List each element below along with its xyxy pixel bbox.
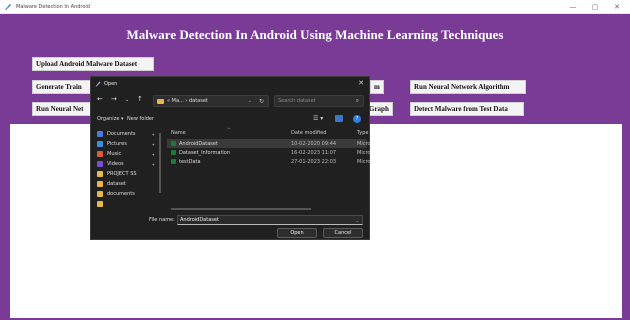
library-icon xyxy=(97,141,103,147)
open-button[interactable]: Open xyxy=(277,228,317,238)
nav-pane-label: PROJECT SS xyxy=(107,171,137,177)
view-options-icon[interactable]: ☰ ▾ xyxy=(313,115,323,122)
file-name-dropdown-icon[interactable]: ⌄ xyxy=(356,218,359,223)
search-input[interactable]: Search dataset ⌕ xyxy=(274,95,364,107)
dialog-titlebar: Open xyxy=(91,77,369,91)
file-row[interactable]: Dataset_Information 16-02-2023 11:07 Micro xyxy=(167,148,371,157)
file-date: 27-01-2023 22:03 xyxy=(291,159,337,165)
file-type: Micro xyxy=(357,141,371,147)
address-dropdown-icon[interactable]: ⌄ xyxy=(248,98,252,104)
file-type: Micro xyxy=(357,150,371,156)
window-titlebar: Malware Detection In Android xyxy=(0,0,630,14)
pin-icon[interactable]: ✦ xyxy=(152,152,155,157)
nav-pane-label: Pictures xyxy=(107,141,127,147)
file-name-label: File name: xyxy=(149,217,175,223)
excel-file-icon xyxy=(171,159,176,164)
nav-pane-item[interactable]: Documents ✦ xyxy=(97,129,159,139)
file-list-scrollbar[interactable] xyxy=(171,208,311,210)
folder-icon xyxy=(97,181,103,187)
generate-train-button[interactable]: Generate Train xyxy=(32,80,92,94)
up-arrow-icon[interactable]: ↑ xyxy=(137,95,143,103)
back-arrow-icon[interactable]: ← xyxy=(97,95,103,103)
column-date-modified[interactable]: Date modified xyxy=(291,130,326,136)
folder-icon xyxy=(97,201,103,207)
library-icon xyxy=(97,131,103,137)
nav-pane-label: Music xyxy=(107,151,122,157)
library-icon xyxy=(97,161,103,167)
detect-malware-button[interactable]: Detect Malware from Test Data xyxy=(410,102,524,116)
search-icon: ⌕ xyxy=(355,97,359,104)
nav-pane-label: documents xyxy=(107,191,135,197)
dialog-close-button[interactable]: ✕ xyxy=(358,79,364,87)
file-name-row: File name: AndroidDataset ⌄ xyxy=(91,214,369,226)
nav-pane-item[interactable]: Pictures ✦ xyxy=(97,139,159,149)
forward-arrow-icon[interactable]: → xyxy=(111,95,117,103)
file-name: testData xyxy=(179,159,201,165)
nav-pane-item[interactable]: dataset xyxy=(97,179,159,189)
run-neural-net-button[interactable]: Run Neural Net xyxy=(32,102,92,116)
dialog-title: Open xyxy=(104,81,118,87)
nav-pane-scrollbar[interactable] xyxy=(159,133,161,193)
nav-pane-item[interactable]: Videos ✦ xyxy=(97,159,159,169)
sort-arrow-icon: ^ xyxy=(227,127,231,132)
address-path: « Ma... › dataset xyxy=(167,98,208,104)
run-neural-network-button[interactable]: Run Neural Network Algorithm xyxy=(410,80,526,94)
help-icon[interactable]: ? xyxy=(353,115,361,123)
file-date: 16-02-2023 11:07 xyxy=(291,150,337,156)
nav-pane-item[interactable]: documents xyxy=(97,189,159,199)
file-type: Micro xyxy=(357,159,371,165)
recent-locations-chevron-icon[interactable]: ⌄ xyxy=(125,97,129,103)
nav-pane-label: Videos xyxy=(107,161,124,167)
run-algorithm-button[interactable]: m xyxy=(370,80,384,94)
folder-icon xyxy=(97,191,103,197)
file-name: AndroidDataset xyxy=(179,141,218,147)
search-placeholder: Search dataset xyxy=(278,98,316,104)
file-name: Dataset_Information xyxy=(179,150,231,156)
feather-icon xyxy=(95,81,101,87)
excel-file-icon xyxy=(171,141,176,146)
excel-file-icon xyxy=(171,150,176,155)
folder-icon xyxy=(97,171,103,177)
nav-pane-item[interactable]: PROJECT SS xyxy=(97,169,159,179)
file-list-header: Name ^ Date modified Type xyxy=(167,127,368,139)
window-close-button[interactable]: ✕ xyxy=(608,0,626,14)
folder-icon xyxy=(157,98,164,104)
navigation-pane: Documents ✦ Pictures ✦ Music ✦ Videos ✦ PROJECT … xyxy=(97,129,159,207)
nav-pane-item[interactable] xyxy=(97,199,159,207)
column-name[interactable]: Name xyxy=(171,130,186,136)
column-type[interactable]: Type xyxy=(357,130,368,136)
upload-dataset-button[interactable]: Upload Android Malware Dataset xyxy=(32,57,154,71)
pin-icon[interactable]: ✦ xyxy=(152,142,155,147)
file-name-input[interactable]: AndroidDataset ⌄ xyxy=(177,215,363,225)
address-bar[interactable]: « Ma... › dataset ⌄ ↻ xyxy=(153,95,269,107)
library-icon xyxy=(97,151,103,157)
pin-icon[interactable]: ✦ xyxy=(152,132,155,137)
preview-pane-icon[interactable] xyxy=(335,115,343,122)
open-file-dialog: Open ✕ ← → ⌄ ↑ « Ma... › dataset ⌄ ↻ Sea… xyxy=(90,76,370,240)
maximize-button[interactable]: ▢ xyxy=(586,0,604,14)
refresh-icon[interactable]: ↻ xyxy=(259,98,264,105)
cancel-button[interactable]: Cancel xyxy=(323,228,363,238)
pin-icon[interactable]: ✦ xyxy=(152,162,155,167)
nav-pane-label: Documents xyxy=(107,131,136,137)
dialog-navbar: ← → ⌄ ↑ « Ma... › dataset ⌄ ↻ Search dat… xyxy=(91,93,369,109)
file-row[interactable]: testData 27-01-2023 22:03 Micro xyxy=(167,157,371,166)
file-name-value: AndroidDataset xyxy=(180,217,219,223)
new-folder-button[interactable]: New folder xyxy=(127,116,154,122)
file-row[interactable]: AndroidDataset 10-02-2020 09:44 Micro xyxy=(167,139,371,148)
feather-app-icon xyxy=(5,3,11,10)
file-list: Name ^ Date modified Type AndroidDataset… xyxy=(167,127,371,207)
organize-menu[interactable]: Organize ▾ xyxy=(97,116,124,122)
nav-pane-item[interactable]: Music ✦ xyxy=(97,149,159,159)
file-date: 10-02-2020 09:44 xyxy=(291,141,337,147)
nav-pane-label: dataset xyxy=(107,181,126,187)
dialog-toolbar: Organize ▾ New folder ☰ ▾ ? xyxy=(91,114,369,126)
page-title: Malware Detection In Android Using Machi… xyxy=(126,27,504,42)
minimize-button[interactable]: — xyxy=(564,0,582,14)
window-title: Malware Detection In Android xyxy=(16,3,90,10)
